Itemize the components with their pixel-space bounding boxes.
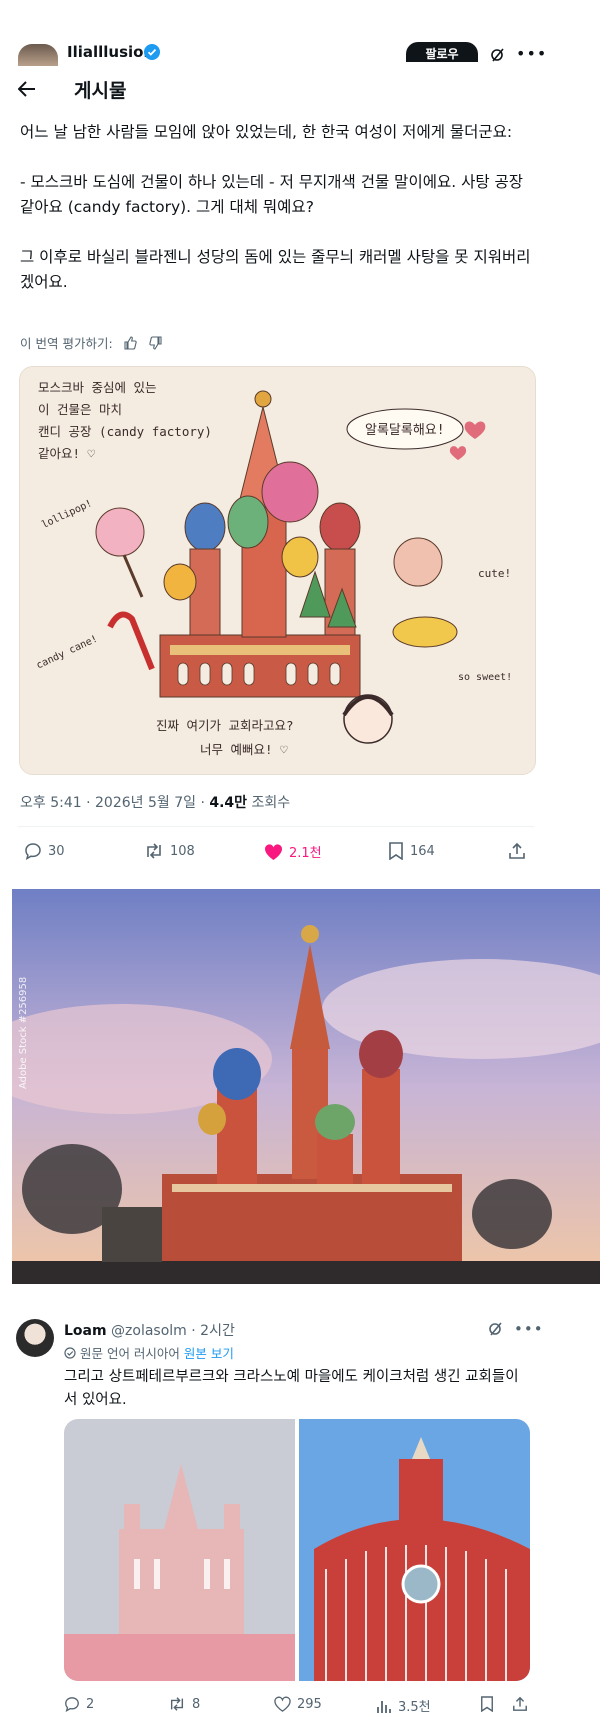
thumbs-down-icon[interactable] <box>148 336 163 353</box>
reply-views-count: 3.5천 <box>398 1700 431 1715</box>
reply-count: 30 <box>48 843 65 859</box>
reply-actions: 2 8 295 3.5천 <box>64 1696 534 1716</box>
reply-like-count: 295 <box>297 1696 322 1712</box>
cathedral-photo-art <box>12 889 600 1284</box>
heart-icon <box>274 1696 291 1712</box>
rate-translation: 이 번역 평가하기: <box>20 333 163 353</box>
repost-button[interactable]: 108 <box>144 842 195 860</box>
so-sweet-label: so sweet! <box>458 672 513 683</box>
reply-like-button[interactable]: 295 <box>274 1696 322 1712</box>
post-meta: 오후 5:41 · 2026년 5월 7일 · 4.4만 조회수 <box>20 792 290 812</box>
more-options-icon[interactable]: ••• <box>516 44 547 63</box>
reply-text: 그리고 상트페테르부르크와 크라스노예 마을에도 케이크처럼 생긴 교회들이 서… <box>64 1369 519 1408</box>
thumbs-up-icon[interactable] <box>123 336 137 353</box>
reply-reply-button[interactable]: 2 <box>64 1696 94 1712</box>
post-date[interactable]: 2026년 5월 7일 <box>95 795 196 811</box>
bottom-line-1: 진짜 여기가 교회라고요? <box>156 718 294 733</box>
bottom-line-2: 너무 예뻐요! ♡ <box>200 742 288 757</box>
author-avatar[interactable] <box>18 44 58 66</box>
repost-count: 108 <box>170 843 195 859</box>
view-original-link[interactable]: 원본 보기 <box>184 1346 234 1361</box>
translate-icon <box>64 1347 76 1362</box>
divider <box>18 826 534 827</box>
photo-watermark: Adobe Stock #256958 <box>18 977 29 1089</box>
post-actions: 30 108 2.1천 164 <box>18 842 534 864</box>
reply-icon <box>25 843 41 860</box>
note-line: 이 건물은 마치 <box>38 402 123 417</box>
back-arrow-icon[interactable] <box>17 78 36 102</box>
grok-icon[interactable] <box>490 48 506 62</box>
watermark-text: Adobe Stock <box>18 1026 29 1090</box>
meta-dot: · <box>191 1323 196 1339</box>
reply-avatar[interactable] <box>16 1319 54 1357</box>
verified-badge-icon <box>144 44 160 60</box>
reply-icon <box>65 1697 79 1712</box>
views-chart-icon <box>377 1700 391 1713</box>
meta-dot: · <box>86 795 96 811</box>
views-label: 조회수 <box>251 795 291 811</box>
reply-handle[interactable]: @zolasolm <box>111 1323 187 1339</box>
share-icon <box>513 1696 527 1711</box>
stock-id: #256958 <box>18 976 29 1024</box>
cathedral-photo[interactable]: Adobe Stock #256958 <box>12 889 600 1284</box>
reply-bookmark-button[interactable] <box>480 1696 494 1712</box>
follow-button[interactable]: 팔로우 <box>406 42 478 62</box>
views-count: 4.4만 <box>209 795 248 811</box>
bookmark-icon <box>389 842 403 860</box>
repost-icon <box>170 1697 184 1711</box>
like-button[interactable]: 2.1천 <box>264 842 322 861</box>
post-time[interactable]: 오후 5:41 <box>20 795 82 811</box>
post-text: 어느 날 남한 사람들 모임에 앉아 있었는데, 한 한국 여성이 저에게 물더… <box>20 123 531 291</box>
bookmark-count: 164 <box>410 843 435 859</box>
page-title: 게시물 <box>74 80 127 102</box>
translated-from: 원문 언어 러시아어 <box>79 1346 180 1361</box>
illustration-image[interactable]: 모스크바 중심에 있는 이 건물은 마치 캔디 공장 (candy factor… <box>19 366 536 775</box>
note-topleft: 모스크바 중심에 있는 이 건물은 마치 캔디 공장 (candy factor… <box>38 377 212 465</box>
grok-icon[interactable] <box>488 1322 504 1336</box>
note-line: 같아요! ♡ <box>38 446 96 461</box>
reply-images-art <box>64 1419 530 1681</box>
note-line: 모스크바 중심에 있는 <box>38 380 157 395</box>
reply-time[interactable]: 2시간 <box>200 1323 235 1339</box>
reply-share-button[interactable] <box>512 1696 528 1712</box>
bookmark-icon <box>481 1696 493 1712</box>
reply-repost-button[interactable]: 8 <box>168 1696 200 1712</box>
reply-button[interactable]: 30 <box>24 842 65 860</box>
repost-icon <box>147 843 161 859</box>
reply-author-name[interactable]: Loam <box>64 1323 107 1339</box>
reply-views-button[interactable]: 3.5천 <box>376 1696 431 1715</box>
share-button[interactable] <box>508 842 526 860</box>
reply-images <box>64 1419 530 1681</box>
cute-label: cute! <box>478 567 512 580</box>
bubble-text: 알록달록해요! <box>365 423 445 438</box>
rate-translation-label: 이 번역 평가하기: <box>20 336 113 351</box>
reply-reply-count: 2 <box>86 1696 95 1712</box>
bookmark-button[interactable]: 164 <box>388 842 435 860</box>
note-line: 캔디 공장 (candy factory) <box>38 424 212 439</box>
author-name[interactable]: Ilialllusion <box>67 43 154 61</box>
reply-repost-count: 8 <box>192 1696 201 1712</box>
like-count: 2.1천 <box>289 846 322 861</box>
reply-header: Loam @zolasolm · 2시간 <box>64 1320 235 1340</box>
heart-icon <box>264 843 283 860</box>
reply-translation-note: 원문 언어 러시아어 원본 보기 <box>64 1343 234 1362</box>
share-icon <box>509 842 525 859</box>
reply-more-icon[interactable]: ••• <box>514 1320 544 1338</box>
